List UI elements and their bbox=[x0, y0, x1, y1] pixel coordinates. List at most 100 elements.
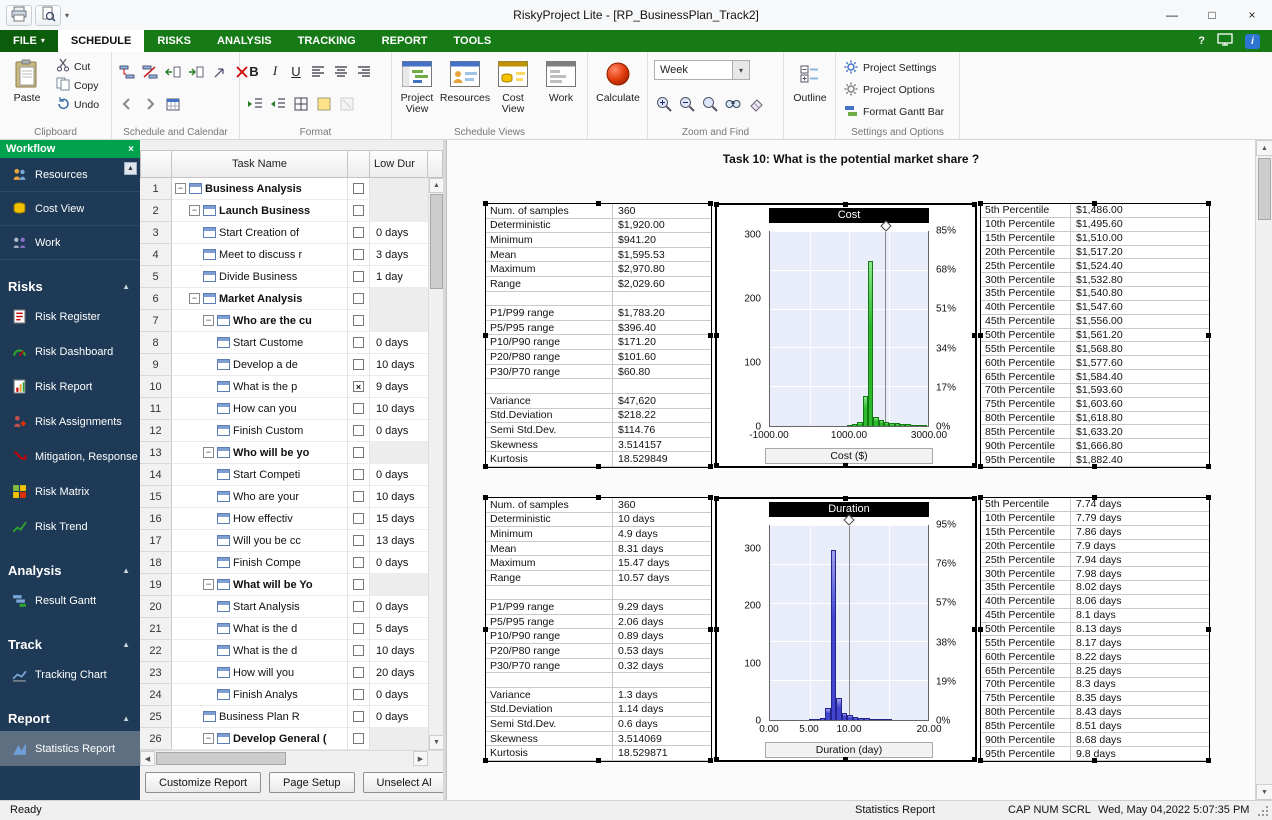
resize-handle[interactable] bbox=[972, 333, 977, 338]
resize-handle[interactable] bbox=[972, 757, 977, 762]
indent-task-icon[interactable] bbox=[186, 62, 206, 82]
duration-stats-table[interactable]: Num. of samples360Deterministic10 daysMi… bbox=[485, 497, 712, 762]
link-tasks-icon[interactable] bbox=[117, 62, 137, 82]
task-row[interactable]: 11How can you10 days bbox=[140, 398, 428, 420]
task-row[interactable]: 22What is the d10 days bbox=[140, 640, 428, 662]
task-row[interactable]: 19−What will be Yo bbox=[140, 574, 428, 596]
resize-handle[interactable] bbox=[708, 758, 713, 763]
resize-handle[interactable] bbox=[978, 627, 983, 632]
qat-dropdown-icon[interactable]: ▾ bbox=[65, 11, 69, 20]
resize-handle[interactable] bbox=[1092, 495, 1097, 500]
zoom-fit-icon[interactable] bbox=[700, 94, 720, 114]
sidebar-item-risk-register[interactable]: Risk Register bbox=[0, 299, 140, 334]
task-name-cell[interactable]: Start Competi bbox=[172, 464, 348, 486]
align-center-icon[interactable] bbox=[331, 61, 351, 81]
task-checkbox[interactable] bbox=[353, 645, 364, 656]
report-vertical-scrollbar[interactable]: ▲ ▼ bbox=[1255, 140, 1272, 800]
tab-file[interactable]: FILE▾ bbox=[0, 30, 58, 52]
resize-handle[interactable] bbox=[596, 758, 601, 763]
resize-handle[interactable] bbox=[708, 201, 713, 206]
workflow-close-icon[interactable]: × bbox=[128, 144, 134, 155]
task-row[interactable]: 18Finish Compe0 days bbox=[140, 552, 428, 574]
header-low-dur[interactable]: Low Dur bbox=[370, 150, 428, 178]
task-row[interactable]: 13−Who will be yo bbox=[140, 442, 428, 464]
task-name-cell[interactable]: Finish Custom bbox=[172, 420, 348, 442]
task-checkbox[interactable] bbox=[353, 227, 364, 238]
resize-handle[interactable] bbox=[483, 495, 488, 500]
resize-handle[interactable] bbox=[978, 758, 983, 763]
find-icon[interactable] bbox=[723, 94, 743, 114]
customize-report-button[interactable]: Customize Report bbox=[145, 772, 261, 793]
resize-handle[interactable] bbox=[972, 627, 977, 632]
resize-handle[interactable] bbox=[596, 201, 601, 206]
cost-percentile-table[interactable]: 5th Percentile$1,486.0010th Percentile$1… bbox=[980, 203, 1210, 468]
resize-handle[interactable] bbox=[1206, 495, 1211, 500]
resize-handle[interactable] bbox=[1206, 758, 1211, 763]
task-row[interactable]: 21What is the d5 days bbox=[140, 618, 428, 640]
resize-handle[interactable] bbox=[714, 496, 719, 501]
header-task-name[interactable]: Task Name bbox=[172, 150, 348, 178]
task-row[interactable]: 7−Who are the cu bbox=[140, 310, 428, 332]
resize-handle[interactable] bbox=[708, 333, 713, 338]
collapse-task-icon[interactable]: − bbox=[203, 579, 214, 590]
task-name-cell[interactable]: What is the d bbox=[172, 640, 348, 662]
resize-handle[interactable] bbox=[843, 463, 848, 468]
resize-handle[interactable] bbox=[714, 627, 719, 632]
task-checkbox[interactable] bbox=[353, 667, 364, 678]
scroll-down-icon[interactable]: ▼ bbox=[1256, 784, 1272, 800]
task-horizontal-scrollbar[interactable]: ◀ ▶ bbox=[140, 750, 443, 765]
sidebar-item-work[interactable]: Work bbox=[0, 226, 140, 260]
task-vertical-scrollbar[interactable]: ▲ ▼ bbox=[428, 178, 443, 750]
resize-handle[interactable] bbox=[596, 495, 601, 500]
section-header-track[interactable]: Track▲ bbox=[0, 632, 140, 657]
task-row[interactable]: 5Divide Business1 day bbox=[140, 266, 428, 288]
task-name-cell[interactable]: Develop a de bbox=[172, 354, 348, 376]
zoom-out-icon[interactable] bbox=[677, 94, 697, 114]
maximize-button[interactable]: □ bbox=[1192, 0, 1232, 30]
task-name-cell[interactable]: −Who will be yo bbox=[172, 442, 348, 464]
task-name-cell[interactable]: What is the p bbox=[172, 376, 348, 398]
project-options-button[interactable]: Project Options bbox=[844, 82, 935, 98]
close-button[interactable]: × bbox=[1232, 0, 1272, 30]
info-icon[interactable]: i bbox=[1245, 34, 1260, 49]
task-checkbox[interactable] bbox=[353, 205, 364, 216]
resize-handle[interactable] bbox=[1092, 201, 1097, 206]
underline-icon[interactable]: U bbox=[287, 64, 305, 79]
increase-indent-icon[interactable] bbox=[245, 94, 265, 114]
task-name-cell[interactable]: Will you be cc bbox=[172, 530, 348, 552]
section-header-risks[interactable]: Risks▲ bbox=[0, 274, 140, 299]
collapse-task-icon[interactable]: − bbox=[203, 315, 214, 326]
task-row[interactable]: 16How effectiv15 days bbox=[140, 508, 428, 530]
tab-tools[interactable]: TOOLS bbox=[441, 30, 505, 52]
task-name-cell[interactable]: Who are your bbox=[172, 486, 348, 508]
resize-handle[interactable] bbox=[714, 463, 719, 468]
resize-handle[interactable] bbox=[978, 333, 983, 338]
resize-handle[interactable] bbox=[1206, 333, 1211, 338]
sidebar-item-risk-assignments[interactable]: Risk Assignments bbox=[0, 404, 140, 439]
task-checkbox[interactable] bbox=[353, 469, 364, 480]
resize-handle[interactable] bbox=[1206, 464, 1211, 469]
resize-handle[interactable] bbox=[714, 202, 719, 207]
task-row[interactable]: 12Finish Custom0 days bbox=[140, 420, 428, 442]
tab-schedule[interactable]: SCHEDULE bbox=[58, 30, 145, 52]
task-name-cell[interactable]: Finish Analys bbox=[172, 684, 348, 706]
resize-handle[interactable] bbox=[714, 333, 719, 338]
task-row[interactable]: 23How will you20 days bbox=[140, 662, 428, 684]
project-view-button[interactable]: Project View bbox=[394, 56, 440, 124]
task-name-cell[interactable]: Business Plan R bbox=[172, 706, 348, 728]
paste-button[interactable]: Paste bbox=[3, 56, 51, 124]
resize-handle[interactable] bbox=[843, 757, 848, 762]
task-checkbox[interactable] bbox=[353, 447, 364, 458]
resize-handle[interactable] bbox=[978, 495, 983, 500]
task-checkbox[interactable] bbox=[353, 491, 364, 502]
sidebar-item-mitigation-response[interactable]: Mitigation, Response bbox=[0, 439, 140, 474]
collapse-task-icon[interactable]: − bbox=[175, 183, 186, 194]
decrease-indent-icon[interactable] bbox=[268, 94, 288, 114]
task-checkbox[interactable] bbox=[353, 359, 364, 370]
sidebar-item-risk-trend[interactable]: Risk Trend bbox=[0, 509, 140, 544]
task-checkbox[interactable] bbox=[353, 293, 364, 304]
monitor-icon[interactable] bbox=[1217, 33, 1233, 49]
task-checkbox[interactable] bbox=[353, 557, 364, 568]
scroll-down-icon[interactable]: ▼ bbox=[429, 735, 443, 750]
sidebar-item-result-gantt[interactable]: Result Gantt bbox=[0, 583, 140, 618]
